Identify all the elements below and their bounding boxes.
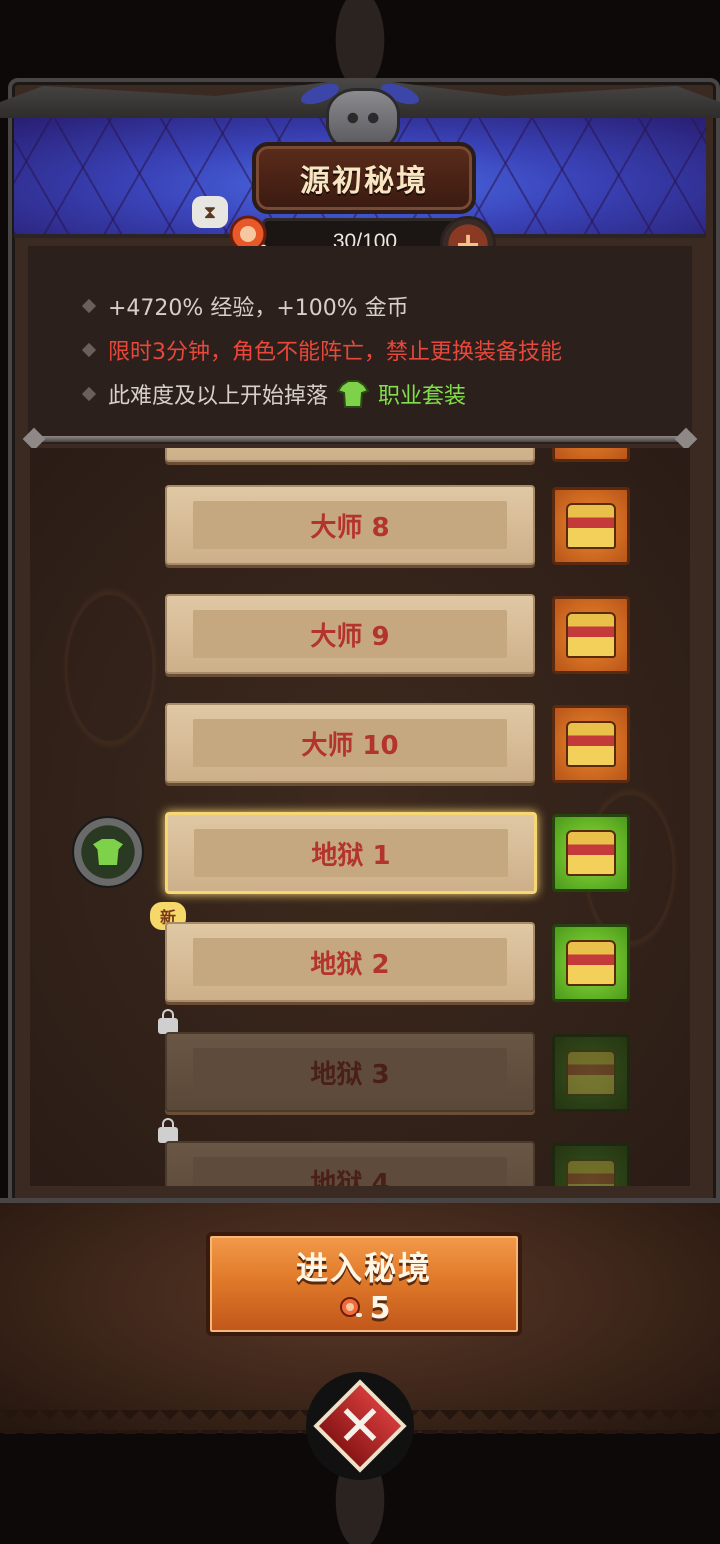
- reward-chest-button[interactable]: [552, 924, 630, 1002]
- bullet-icon: [81, 386, 97, 402]
- difficulty-plate: [165, 448, 535, 462]
- chest-icon: [566, 1159, 616, 1186]
- entry-cost: 5: [338, 1291, 390, 1326]
- chest-icon: [566, 940, 616, 986]
- chest-icon: [566, 830, 616, 876]
- chest-icon: [566, 721, 616, 767]
- difficulty-row[interactable]: 大师 9: [30, 594, 690, 674]
- meat-icon: [339, 1297, 362, 1317]
- difficulty-plate[interactable]: 地狱 1: [165, 812, 537, 894]
- info-rules: 限时3分钟，角色不能阵亡，禁止更换装备技能: [81, 334, 562, 366]
- difficulty-plate[interactable]: 地狱 2: [165, 922, 535, 1002]
- difficulty-row-locked[interactable]: 地狱 4: [30, 1118, 690, 1186]
- reward-chest-button[interactable]: [552, 487, 630, 565]
- chest-icon: [566, 1050, 616, 1096]
- difficulty-row-locked[interactable]: 地狱 3: [30, 1009, 690, 1112]
- difficulty-plate[interactable]: 地狱 4: [165, 1141, 535, 1186]
- section-divider: [30, 436, 690, 442]
- bullet-icon: [81, 342, 97, 358]
- difficulty-plate[interactable]: 大师 8: [165, 485, 535, 565]
- info-drop: 此难度及以上开始掉落 职业套装: [81, 378, 466, 410]
- difficulty-plate[interactable]: 地狱 3: [165, 1032, 535, 1112]
- difficulty-plate[interactable]: 大师 10: [165, 703, 535, 783]
- hourglass-icon[interactable]: ⧗: [192, 196, 228, 228]
- reward-chest-button[interactable]: [552, 1034, 630, 1112]
- enter-dungeon-button[interactable]: 进入秘境 5: [206, 1232, 522, 1336]
- chest-icon: [566, 612, 616, 658]
- difficulty-list[interactable]: 大师 8 大师 9 大师 10 地狱 1 新 地狱 2 地狱 3 地狱 4: [30, 448, 690, 1186]
- reward-chest: [552, 448, 630, 462]
- difficulty-row[interactable]: 新 地狱 2: [30, 902, 690, 1002]
- chest-icon: [566, 503, 616, 549]
- armor-set-icon: [336, 380, 370, 408]
- page-title: 源初秘境: [300, 164, 428, 199]
- reward-chest-button[interactable]: [552, 814, 630, 892]
- reward-chest-button[interactable]: [552, 705, 630, 783]
- battle-button[interactable]: ✕: [306, 1372, 414, 1480]
- reward-chest-button[interactable]: [552, 1143, 630, 1186]
- difficulty-row-partial: [30, 448, 690, 462]
- title-plate: 源初秘境: [252, 142, 476, 214]
- bullet-icon: [81, 298, 97, 314]
- difficulty-row[interactable]: 大师 10: [30, 703, 690, 783]
- difficulty-plate[interactable]: 大师 9: [165, 594, 535, 674]
- info-bonus: +4720% 经验，+100% 金币: [81, 290, 409, 322]
- difficulty-row-selected[interactable]: 地狱 1: [30, 812, 690, 894]
- difficulty-row[interactable]: 大师 8: [30, 485, 690, 565]
- crossed-swords-icon: ✕: [336, 1393, 384, 1459]
- reward-chest-button[interactable]: [552, 596, 630, 674]
